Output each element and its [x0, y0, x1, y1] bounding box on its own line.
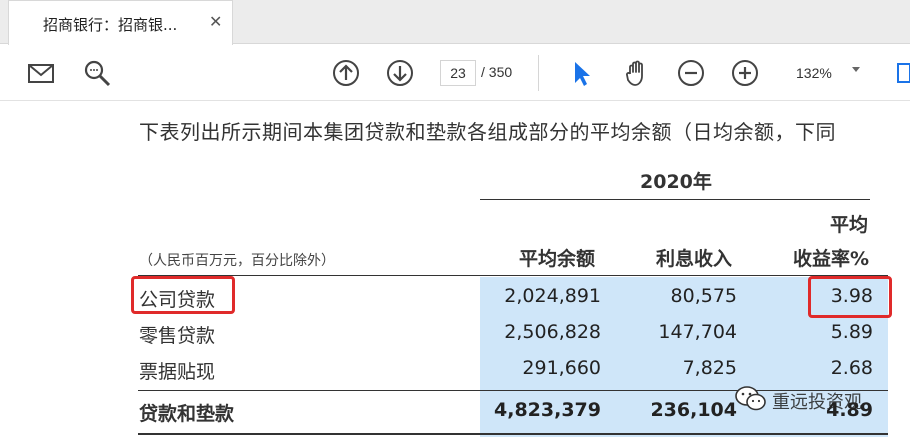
cell-interest-income: 236,104 — [650, 399, 737, 421]
annotation-box-yield — [808, 276, 892, 318]
wechat-icon — [735, 386, 766, 411]
chevron-down-icon[interactable] — [852, 67, 860, 72]
pointer-icon[interactable] — [566, 58, 596, 88]
mail-icon[interactable] — [26, 58, 56, 88]
yield-header-line1: 平均 — [830, 214, 869, 236]
cell-avg-balance: 4,823,379 — [494, 399, 601, 421]
tab-strip: 招商银行：招商银... ✕ — [0, 0, 910, 45]
avg-balance-header: 平均余额 — [519, 248, 596, 270]
page-total: / 350 — [481, 64, 513, 80]
hand-icon[interactable] — [622, 58, 652, 88]
cell-yield: 5.89 — [830, 321, 873, 343]
watermark-text: 重远投资观 — [772, 392, 862, 413]
cell-avg-balance: 291,660 — [522, 357, 601, 379]
zoom-select[interactable]: 132% — [786, 60, 872, 86]
arrow-down-icon[interactable] — [385, 58, 415, 88]
toolbar-separator — [538, 55, 539, 91]
tab-close-icon[interactable]: ✕ — [209, 12, 222, 31]
year-header: 2020年 — [640, 171, 712, 193]
row-label-retail: 零售贷款 — [139, 325, 216, 347]
cell-avg-balance: 2,506,828 — [504, 321, 601, 343]
document-tab[interactable]: 招商银行：招商银... ✕ — [8, 0, 233, 45]
arrow-up-icon[interactable] — [331, 58, 361, 88]
cell-interest-income: 147,704 — [658, 321, 737, 343]
fit-page-icon[interactable] — [896, 58, 910, 88]
zoom-in-icon[interactable] — [730, 58, 760, 88]
intro-paragraph: 下表列出所示期间本集团贷款和垫款各组成部分的平均余额（日均余额，下同 — [139, 120, 836, 144]
zoom-out-icon[interactable] — [676, 58, 706, 88]
header-rule — [138, 275, 888, 276]
interest-income-header: 利息收入 — [656, 248, 733, 270]
page-number-input[interactable]: 23 — [440, 60, 476, 86]
yield-header-line2: 收益率% — [793, 248, 870, 270]
tab-title: 招商银行：招商银... — [43, 16, 178, 34]
unit-note: （人民币百万元，百分比除外） — [139, 253, 335, 269]
row-label-discount: 票据贴现 — [139, 361, 216, 383]
cell-interest-income: 7,825 — [682, 357, 737, 379]
document-page: 下表列出所示期间本集团贷款和垫款各组成部分的平均余额（日均余额，下同 2020年… — [0, 102, 910, 442]
search-icon[interactable] — [82, 58, 112, 88]
bottom-rule — [138, 433, 888, 435]
toolbar: 23 / 350 132% — [0, 45, 910, 101]
cell-yield: 2.68 — [830, 357, 873, 379]
row-label-total: 贷款和垫款 — [139, 403, 235, 425]
cell-avg-balance: 2,024,891 — [504, 285, 601, 307]
annotation-box-label — [131, 276, 235, 314]
cell-interest-income: 80,575 — [670, 285, 737, 307]
year-rule — [480, 199, 870, 200]
